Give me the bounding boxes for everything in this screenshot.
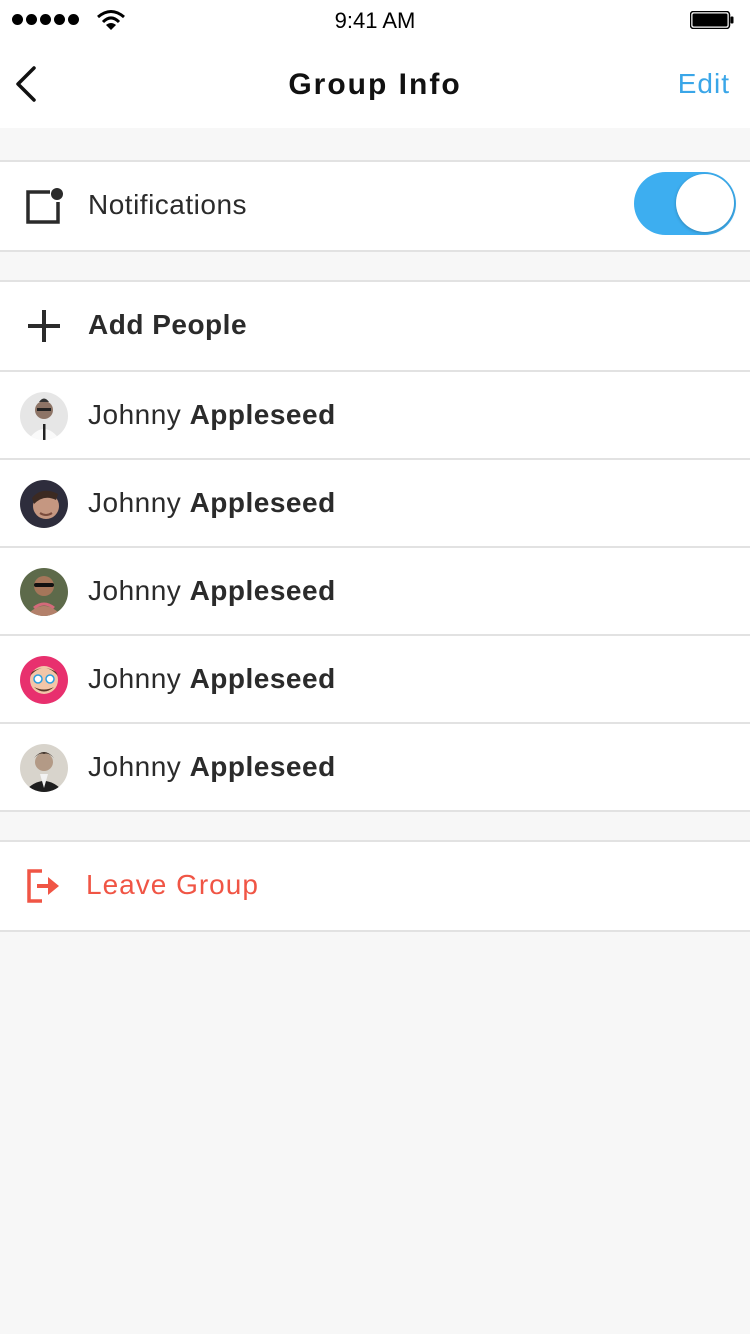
page-title: Group Info bbox=[288, 68, 462, 101]
notification-icon bbox=[26, 188, 63, 224]
member-row[interactable]: Johnny Appleseed bbox=[0, 634, 750, 722]
plus-icon bbox=[28, 310, 60, 342]
status-time: 9:41 AM bbox=[334, 8, 416, 33]
avatar bbox=[20, 744, 68, 792]
avatar bbox=[20, 480, 68, 528]
status-bar: 9:41 AM bbox=[0, 0, 750, 40]
member-name: Johnny Appleseed bbox=[88, 487, 336, 518]
toggle-knob bbox=[676, 174, 734, 232]
leave-section: Leave Group bbox=[0, 840, 750, 932]
notifications-row: Notifications bbox=[0, 162, 750, 250]
notifications-toggle[interactable] bbox=[634, 172, 736, 235]
member-name: Johnny Appleseed bbox=[88, 751, 336, 782]
navigation-bar: Group Info Edit bbox=[0, 40, 750, 128]
member-row[interactable]: Johnny Appleseed bbox=[0, 722, 750, 810]
edit-button[interactable]: Edit bbox=[678, 68, 730, 100]
avatar bbox=[20, 656, 68, 704]
battery-icon bbox=[690, 11, 734, 29]
notifications-section: Notifications bbox=[0, 160, 750, 252]
avatar bbox=[20, 568, 68, 616]
member-name: Johnny Appleseed bbox=[88, 575, 336, 606]
add-people-row[interactable]: Add People bbox=[0, 282, 750, 370]
member-row[interactable]: Johnny Appleseed bbox=[0, 458, 750, 546]
avatar bbox=[20, 392, 68, 440]
leave-group-label: Leave Group bbox=[86, 869, 259, 900]
member-row[interactable]: Johnny Appleseed bbox=[0, 546, 750, 634]
notifications-label: Notifications bbox=[88, 189, 248, 220]
exit-icon bbox=[27, 869, 59, 903]
member-name: Johnny Appleseed bbox=[88, 663, 336, 694]
add-people-label: Add People bbox=[88, 309, 248, 340]
leave-group-row[interactable]: Leave Group bbox=[0, 842, 750, 930]
member-row[interactable]: Johnny Appleseed bbox=[0, 370, 750, 458]
members-section: Add People Johnny Appleseed Johnny Apple… bbox=[0, 280, 750, 812]
member-name: Johnny Appleseed bbox=[88, 399, 336, 430]
